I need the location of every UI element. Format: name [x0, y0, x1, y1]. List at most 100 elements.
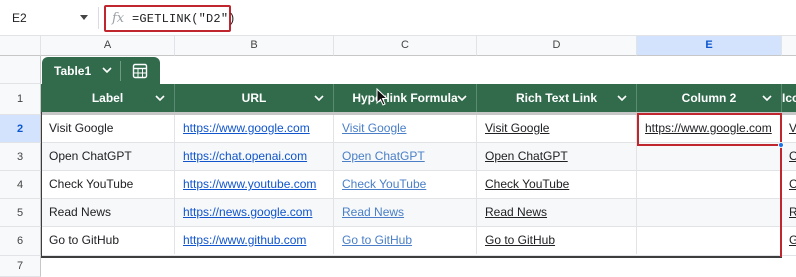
chevron-down-icon[interactable] [762, 94, 772, 102]
row-header-3[interactable]: 3 [0, 143, 41, 171]
column-header-c[interactable]: C [334, 36, 477, 56]
table-name[interactable]: Table1 [54, 64, 91, 78]
column-header-d[interactable]: D [477, 36, 637, 56]
header-icon-partial[interactable]: Ico [782, 84, 796, 112]
formula-text[interactable]: =GETLINK("D2") [132, 12, 236, 26]
partial-text: V [789, 121, 796, 135]
header-text: Column 2 [681, 91, 737, 105]
cell-b4[interactable]: https://www.youtube.com [175, 171, 334, 198]
rich-text-link[interactable]: Visit Google [485, 121, 549, 135]
cell-d2[interactable]: Visit Google [477, 115, 637, 142]
divider [98, 7, 99, 29]
cell-c5[interactable]: Read News [334, 199, 477, 226]
header-url[interactable]: URL [175, 84, 334, 112]
cell-f4[interactable]: C [782, 171, 796, 198]
table-row: Go to GitHub https://www.github.com Go t… [41, 227, 796, 256]
cell-e5[interactable] [637, 199, 782, 226]
hyperlink[interactable]: Open ChatGPT [342, 149, 425, 163]
row-header-1[interactable]: 1 [0, 84, 41, 115]
cell-f3[interactable]: O [782, 143, 796, 170]
url-link[interactable]: https://www.youtube.com [183, 177, 316, 191]
chevron-down-icon[interactable] [457, 94, 467, 102]
chevron-down-icon[interactable] [155, 94, 165, 102]
cell-d3[interactable]: Open ChatGPT [477, 143, 637, 170]
hyperlink[interactable]: Go to GitHub [342, 233, 412, 247]
row-header-blank [0, 56, 41, 84]
header-column-2[interactable]: Column 2 [637, 84, 782, 112]
column-header-a[interactable]: A [41, 36, 175, 56]
chevron-down-icon[interactable] [314, 94, 324, 102]
cell-e6[interactable] [637, 227, 782, 254]
cell-d6[interactable]: Go to GitHub [477, 227, 637, 254]
cell-b3[interactable]: https://chat.openai.com [175, 143, 334, 170]
fill-handle[interactable] [778, 142, 784, 148]
row-header-4[interactable]: 4 [0, 171, 41, 199]
row-header-2[interactable]: 2 [0, 115, 41, 143]
cell-a5[interactable]: Read News [41, 199, 175, 226]
cell-c2[interactable]: Visit Google [334, 115, 477, 142]
column-header-e[interactable]: E [637, 36, 782, 56]
table-tab-row: Table1 [41, 56, 796, 84]
cell-a6[interactable]: Go to GitHub [41, 227, 175, 254]
header-label[interactable]: Label [41, 84, 175, 112]
partial-text: G [789, 233, 796, 247]
cell-a2[interactable]: Visit Google [41, 115, 175, 142]
cell-a4[interactable]: Check YouTube [41, 171, 175, 198]
fx-icon: fx [112, 11, 125, 26]
url-link[interactable]: https://www.google.com [183, 121, 310, 135]
cell-f5[interactable]: R [782, 199, 796, 226]
hyperlink[interactable]: Read News [342, 205, 404, 219]
cell-d4[interactable]: Check YouTube [477, 171, 637, 198]
header-text: Ico [782, 91, 796, 105]
table-row: Check YouTube https://www.youtube.com Ch… [41, 171, 796, 199]
selected-cell-highlight [637, 113, 782, 146]
cell-e4[interactable] [637, 171, 782, 198]
cell-e3[interactable] [637, 143, 782, 170]
column-header-b[interactable]: B [175, 36, 334, 56]
chevron-down-icon[interactable] [80, 15, 88, 20]
mouse-pointer-icon [376, 88, 388, 106]
url-link[interactable]: https://news.google.com [183, 205, 312, 219]
chevron-down-icon[interactable] [617, 94, 627, 102]
chevron-down-icon[interactable] [102, 66, 112, 74]
hyperlink[interactable]: Visit Google [342, 121, 406, 135]
cell-c4[interactable]: Check YouTube [334, 171, 477, 198]
cell-f2[interactable]: V [782, 115, 796, 142]
table-row: Open ChatGPT https://chat.openai.com Ope… [41, 143, 796, 171]
table-header-row: Label URL Hyperlink Formula Rich Text Li… [41, 84, 796, 112]
column-header-f[interactable] [782, 36, 796, 56]
cell-c3[interactable]: Open ChatGPT [334, 143, 477, 170]
cell-b6[interactable]: https://www.github.com [175, 227, 334, 254]
formula-bar: E2 fx =GETLINK("D2") [0, 0, 796, 36]
url-link[interactable]: https://www.github.com [183, 233, 306, 247]
divider [120, 61, 121, 81]
table-border-left [41, 112, 42, 257]
cell-d5[interactable]: Read News [477, 199, 637, 226]
highlight-border-right [780, 140, 782, 257]
header-text: Rich Text Link [515, 91, 598, 105]
formula-input[interactable]: fx =GETLINK("D2") [104, 5, 235, 32]
row-header-5[interactable]: 5 [0, 199, 41, 227]
header-hyperlink-formula[interactable]: Hyperlink Formula [334, 84, 477, 112]
header-rich-text-link[interactable]: Rich Text Link [477, 84, 637, 112]
select-all-corner[interactable] [0, 36, 41, 56]
cell-c6[interactable]: Go to GitHub [334, 227, 477, 254]
table-tab[interactable]: Table1 [42, 57, 160, 84]
cell-b5[interactable]: https://news.google.com [175, 199, 334, 226]
cell-b2[interactable]: https://www.google.com [175, 115, 334, 142]
name-box[interactable]: E2 [12, 11, 27, 25]
url-link[interactable]: https://chat.openai.com [183, 149, 307, 163]
cell-f6[interactable]: G [782, 227, 796, 254]
rich-text-link[interactable]: Check YouTube [485, 177, 569, 191]
rich-text-link[interactable]: Open ChatGPT [485, 149, 568, 163]
cell-a3[interactable]: Open ChatGPT [41, 143, 175, 170]
table-grid-icon[interactable] [132, 63, 148, 79]
table-row: Read News https://news.google.com Read N… [41, 199, 796, 227]
hyperlink[interactable]: Check YouTube [342, 177, 426, 191]
rich-text-link[interactable]: Read News [485, 205, 547, 219]
row-header-6[interactable]: 6 [0, 227, 41, 256]
header-text: Label [91, 91, 124, 105]
rich-text-link[interactable]: Go to GitHub [485, 233, 555, 247]
row-header-7[interactable]: 7 [0, 256, 41, 277]
table-border-bottom [41, 256, 782, 258]
